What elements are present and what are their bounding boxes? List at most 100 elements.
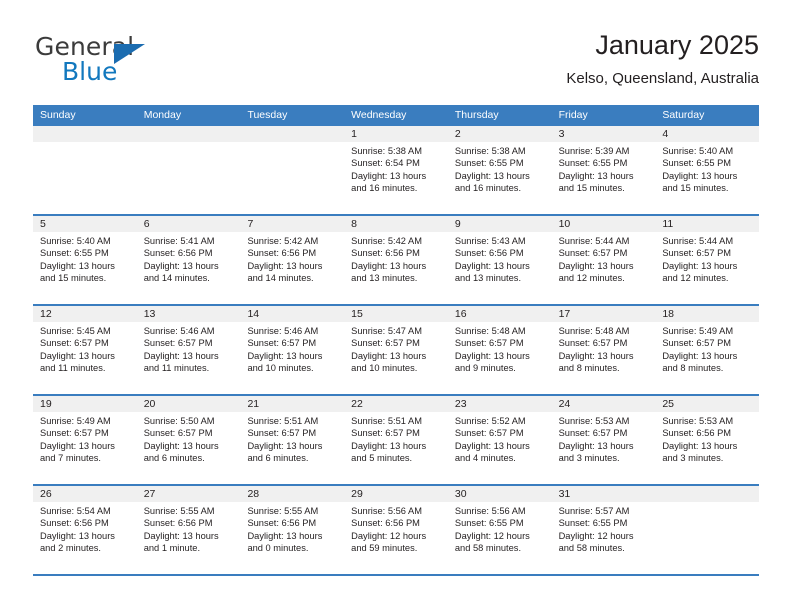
page-header: General Blue January 2025 Kelso, Queensl… [33, 28, 759, 100]
day-cell[interactable]: 31 Sunrise: 5:57 AM Sunset: 6:55 PM Dayl… [551, 486, 656, 574]
day-cell[interactable]: 26 Sunrise: 5:54 AM Sunset: 6:56 PM Dayl… [33, 486, 137, 574]
day-header-band [240, 216, 345, 232]
week-row: 19 Sunrise: 5:49 AM Sunset: 6:57 PM Dayl… [33, 396, 760, 486]
brand-logo[interactable]: General Blue [33, 32, 253, 94]
daylight-text: Daylight: 13 hours and 15 minutes. [662, 170, 738, 194]
day-cell[interactable]: 21 Sunrise: 5:51 AM Sunset: 6:57 PM Dayl… [240, 396, 345, 484]
day-cell[interactable]: 5 Sunrise: 5:40 AM Sunset: 6:55 PM Dayli… [33, 216, 137, 304]
day-cell[interactable]: 20 Sunrise: 5:50 AM Sunset: 6:57 PM Dayl… [136, 396, 241, 484]
sunrise-text: Sunrise: 5:40 AM [662, 146, 734, 156]
day-header-band [655, 486, 760, 502]
day-number: 18 [662, 308, 674, 320]
sunrise-text: Sunrise: 5:54 AM [40, 506, 111, 516]
day-cell [33, 126, 137, 214]
daylight-text: Daylight: 13 hours and 1 minute. [143, 530, 219, 554]
day-number: 9 [454, 218, 461, 230]
day-number: 15 [351, 308, 363, 320]
day-info: Sunrise: 5:40 AM Sunset: 6:55 PM Dayligh… [662, 145, 755, 195]
daylight-text: Daylight: 13 hours and 11 minutes. [143, 350, 219, 374]
daylight-text: Daylight: 13 hours and 10 minutes. [247, 350, 323, 374]
day-cell[interactable]: 14 Sunrise: 5:46 AM Sunset: 6:57 PM Dayl… [240, 306, 345, 394]
day-info: Sunrise: 5:51 AM Sunset: 6:57 PM Dayligh… [247, 415, 340, 465]
day-cell[interactable]: 27 Sunrise: 5:55 AM Sunset: 6:56 PM Dayl… [136, 486, 241, 574]
day-cell[interactable]: 1 Sunrise: 5:38 AM Sunset: 6:54 PM Dayli… [344, 126, 448, 214]
day-cell[interactable]: 2 Sunrise: 5:38 AM Sunset: 6:55 PM Dayli… [447, 126, 552, 214]
day-info: Sunrise: 5:48 AM Sunset: 6:57 PM Dayligh… [559, 325, 652, 375]
sunrise-text: Sunrise: 5:46 AM [143, 326, 215, 336]
day-cell[interactable]: 30 Sunrise: 5:56 AM Sunset: 6:55 PM Dayl… [447, 486, 552, 574]
day-number: 24 [558, 398, 571, 410]
weekday-header-sunday: Sunday [40, 109, 76, 121]
daylight-text: Daylight: 13 hours and 3 minutes. [662, 440, 738, 464]
day-info: Sunrise: 5:48 AM Sunset: 6:57 PM Dayligh… [455, 325, 548, 375]
day-cell[interactable]: 7 Sunrise: 5:42 AM Sunset: 6:56 PM Dayli… [240, 216, 345, 304]
sunrise-text: Sunrise: 5:43 AM [454, 236, 526, 246]
day-cell[interactable]: 4 Sunrise: 5:40 AM Sunset: 6:55 PM Dayli… [655, 126, 760, 214]
day-cell[interactable]: 19 Sunrise: 5:49 AM Sunset: 6:57 PM Dayl… [33, 396, 137, 484]
sunrise-text: Sunrise: 5:55 AM [247, 506, 319, 516]
day-number: 28 [247, 488, 260, 500]
day-cell[interactable]: 23 Sunrise: 5:52 AM Sunset: 6:57 PM Dayl… [447, 396, 552, 484]
sunset-text: Sunset: 6:56 PM [40, 518, 109, 529]
day-info: Sunrise: 5:55 AM Sunset: 6:56 PM Dayligh… [247, 505, 340, 555]
day-cell[interactable]: 18 Sunrise: 5:49 AM Sunset: 6:57 PM Dayl… [655, 306, 760, 394]
sunrise-text: Sunrise: 5:46 AM [247, 326, 319, 336]
daylight-text: Daylight: 13 hours and 13 minutes. [351, 260, 427, 284]
daylight-text: Daylight: 13 hours and 0 minutes. [247, 530, 323, 554]
sunrise-text: Sunrise: 5:44 AM [662, 236, 734, 246]
sunrise-text: Sunrise: 5:47 AM [351, 326, 422, 336]
calendar-grid: Sunday Monday Tuesday Wednesday Thursday… [33, 105, 760, 576]
day-cell[interactable]: 25 Sunrise: 5:53 AM Sunset: 6:56 PM Dayl… [655, 396, 760, 484]
sunset-text: Sunset: 6:55 PM [40, 248, 109, 259]
daylight-text: Daylight: 13 hours and 5 minutes. [351, 440, 427, 464]
sunrise-text: Sunrise: 5:38 AM [351, 146, 422, 156]
day-cell[interactable]: 9 Sunrise: 5:43 AM Sunset: 6:56 PM Dayli… [447, 216, 552, 304]
sunset-text: Sunset: 6:55 PM [558, 518, 628, 529]
sunset-text: Sunset: 6:55 PM [662, 158, 732, 169]
daylight-text: Daylight: 13 hours and 15 minutes. [40, 260, 115, 284]
day-cell[interactable]: 8 Sunrise: 5:42 AM Sunset: 6:56 PM Dayli… [344, 216, 448, 304]
daylight-text: Daylight: 13 hours and 10 minutes. [351, 350, 427, 374]
day-cell[interactable]: 17 Sunrise: 5:48 AM Sunset: 6:57 PM Dayl… [551, 306, 656, 394]
day-number: 16 [454, 308, 467, 320]
day-number: 29 [351, 488, 363, 500]
day-cell[interactable]: 10 Sunrise: 5:44 AM Sunset: 6:57 PM Dayl… [551, 216, 656, 304]
day-number: 14 [247, 308, 260, 320]
day-cell[interactable]: 28 Sunrise: 5:55 AM Sunset: 6:56 PM Dayl… [240, 486, 345, 574]
day-cell[interactable]: 12 Sunrise: 5:45 AM Sunset: 6:57 PM Dayl… [33, 306, 137, 394]
sunset-text: Sunset: 6:56 PM [247, 518, 317, 529]
weekday-header-friday: Friday [558, 109, 588, 121]
sunset-text: Sunset: 6:57 PM [143, 338, 213, 349]
sunset-text: Sunset: 6:57 PM [247, 338, 317, 349]
day-cell[interactable]: 13 Sunrise: 5:46 AM Sunset: 6:57 PM Dayl… [136, 306, 241, 394]
day-info: Sunrise: 5:56 AM Sunset: 6:55 PM Dayligh… [455, 505, 548, 555]
daylight-text: Daylight: 12 hours and 58 minutes. [454, 530, 530, 554]
day-cell[interactable]: 22 Sunrise: 5:51 AM Sunset: 6:57 PM Dayl… [344, 396, 448, 484]
sunrise-text: Sunrise: 5:40 AM [40, 236, 111, 246]
day-cell[interactable]: 6 Sunrise: 5:41 AM Sunset: 6:56 PM Dayli… [136, 216, 241, 304]
day-cell[interactable]: 15 Sunrise: 5:47 AM Sunset: 6:57 PM Dayl… [344, 306, 448, 394]
sunrise-text: Sunrise: 5:41 AM [143, 236, 215, 246]
day-number: 1 [351, 128, 357, 140]
day-cell[interactable]: 29 Sunrise: 5:56 AM Sunset: 6:56 PM Dayl… [344, 486, 448, 574]
day-cell [240, 126, 345, 214]
sunset-text: Sunset: 6:56 PM [143, 518, 213, 529]
day-info: Sunrise: 5:46 AM Sunset: 6:57 PM Dayligh… [247, 325, 340, 375]
sunset-text: Sunset: 6:55 PM [558, 158, 628, 169]
day-number: 19 [40, 398, 52, 410]
day-number: 5 [40, 218, 46, 230]
day-cell[interactable]: 24 Sunrise: 5:53 AM Sunset: 6:57 PM Dayl… [551, 396, 656, 484]
day-cell[interactable]: 11 Sunrise: 5:44 AM Sunset: 6:57 PM Dayl… [655, 216, 760, 304]
day-cell[interactable]: 3 Sunrise: 5:39 AM Sunset: 6:55 PM Dayli… [551, 126, 656, 214]
day-cell [136, 126, 241, 214]
day-number: 13 [143, 308, 156, 320]
sunrise-text: Sunrise: 5:39 AM [558, 146, 630, 156]
page-title: January 2025 [595, 30, 759, 60]
page-subtitle: Kelso, Queensland, Australia [566, 70, 759, 87]
day-number: 27 [143, 488, 156, 500]
day-number: 22 [351, 398, 363, 410]
day-info: Sunrise: 5:41 AM Sunset: 6:56 PM Dayligh… [144, 235, 237, 285]
day-number: 25 [662, 398, 674, 410]
day-number: 7 [247, 218, 254, 230]
day-cell[interactable]: 16 Sunrise: 5:48 AM Sunset: 6:57 PM Dayl… [447, 306, 552, 394]
